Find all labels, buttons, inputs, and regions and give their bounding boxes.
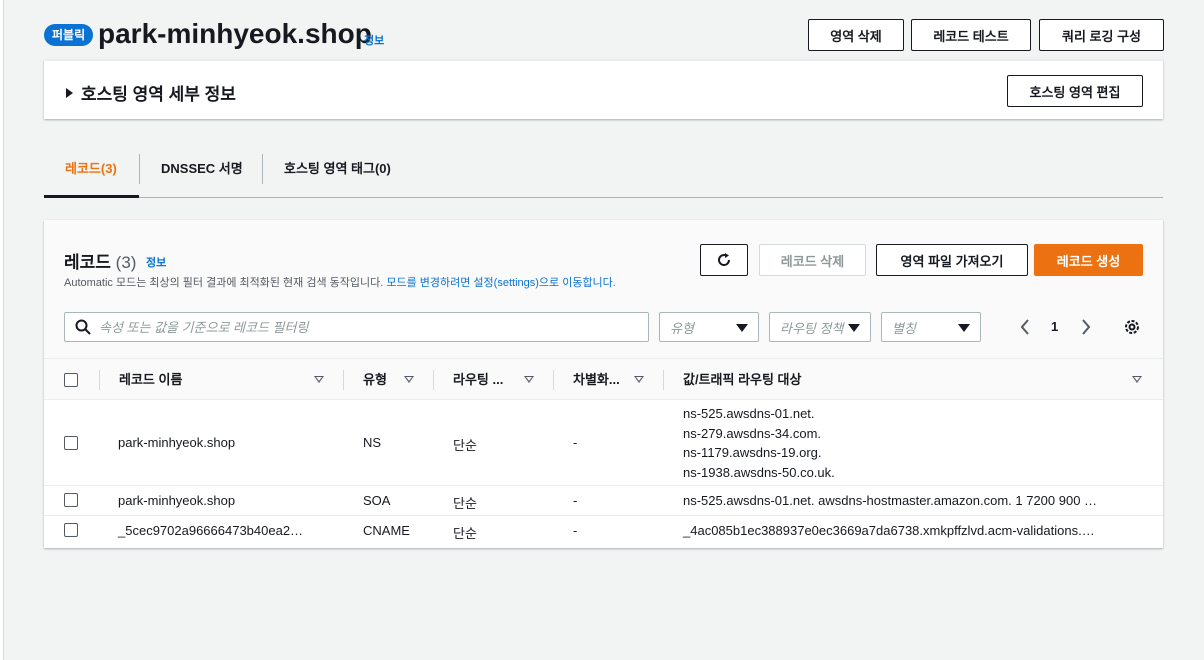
records-title-text: 레코드 bbox=[64, 253, 111, 272]
delete-record-button[interactable]: 레코드 삭제 bbox=[759, 244, 866, 276]
record-value-line: ns-279.awsdns-34.com. bbox=[683, 425, 822, 441]
gear-icon[interactable] bbox=[1123, 314, 1141, 340]
records-count: (3) bbox=[115, 253, 137, 272]
row-checkbox[interactable] bbox=[64, 436, 78, 450]
type-filter-select[interactable]: 유형 bbox=[659, 312, 759, 342]
sort-down-icon[interactable] bbox=[1132, 376, 1142, 383]
record-value-line: ns-1938.awsdns-50.co.uk. bbox=[683, 464, 835, 480]
delete-zone-button[interactable]: 영역 삭제 bbox=[808, 19, 904, 51]
tab-dnssec[interactable]: DNSSEC 서명 bbox=[161, 150, 243, 198]
page-number[interactable]: 1 bbox=[1051, 314, 1058, 340]
record-type: CNAME bbox=[363, 523, 410, 538]
record-name: _5cec9702a96666473b40ea2… bbox=[118, 523, 304, 538]
chevron-right-icon[interactable] bbox=[1079, 314, 1093, 340]
row-checkbox[interactable] bbox=[64, 523, 78, 537]
column-header-routing[interactable]: 라우팅 ... bbox=[453, 359, 503, 401]
chevron-left-icon[interactable] bbox=[1018, 314, 1032, 340]
settings-link[interactable]: 모드를 변경하려면 설정(settings)으로 이동합니다. bbox=[386, 277, 616, 289]
column-separator bbox=[553, 370, 554, 390]
record-routing: 단순 bbox=[453, 496, 477, 511]
info-link[interactable]: 정보 bbox=[364, 32, 384, 48]
tab-bar: 레코드(3) DNSSEC 서명 호스팅 영역 태그(0) bbox=[44, 150, 1163, 198]
sort-down-icon[interactable] bbox=[634, 376, 644, 383]
records-description-text: Automatic 모드는 최상의 필터 결과에 최적화된 현재 검색 동작입니… bbox=[64, 277, 387, 289]
refresh-button[interactable] bbox=[700, 244, 748, 276]
record-routing: 단순 bbox=[453, 526, 477, 541]
refresh-icon bbox=[718, 253, 731, 266]
import-zone-file-button[interactable]: 영역 파일 가져오기 bbox=[876, 244, 1028, 276]
sort-down-icon[interactable] bbox=[524, 376, 534, 383]
table-row[interactable]: _5cec9702a96666473b40ea2… CNAME 단순 - _4a… bbox=[44, 516, 1163, 546]
active-tab-indicator bbox=[44, 195, 139, 198]
record-value: ns-525.awsdns-01.net. ns-279.awsdns-34.c… bbox=[683, 404, 835, 482]
record-type: NS bbox=[363, 435, 382, 450]
query-logging-button[interactable]: 쿼리 로깅 구성 bbox=[1039, 19, 1164, 51]
records-info-link[interactable]: 정보 bbox=[146, 254, 166, 270]
sort-down-icon[interactable] bbox=[314, 376, 324, 383]
record-name: park-minhyeok.shop bbox=[118, 435, 236, 450]
column-header-name[interactable]: 레코드 이름 bbox=[119, 359, 182, 401]
record-value-line: ns-525.awsdns-01.net. bbox=[683, 406, 815, 421]
record-name: park-minhyeok.shop bbox=[118, 493, 236, 508]
dropdown-arrow-icon bbox=[848, 324, 860, 332]
table-header: 레코드 이름 유형 라우팅 ... 차별화... 값/트래픽 라우팅 대상 bbox=[44, 358, 1163, 400]
record-differentiator: - bbox=[573, 523, 578, 538]
column-separator bbox=[343, 370, 344, 390]
table-row[interactable]: park-minhyeok.shop SOA 단순 - ns-525.awsdn… bbox=[44, 486, 1163, 516]
tab-records[interactable]: 레코드(3) bbox=[65, 150, 117, 198]
create-record-button[interactable]: 레코드 생성 bbox=[1034, 244, 1143, 276]
edit-hosted-zone-button[interactable]: 호스팅 영역 편집 bbox=[1007, 75, 1143, 107]
column-separator bbox=[433, 370, 434, 390]
record-routing: 단순 bbox=[453, 438, 477, 453]
test-record-button[interactable]: 레코드 테스트 bbox=[911, 19, 1031, 51]
records-title: 레코드 (3) bbox=[64, 248, 136, 273]
row-checkbox[interactable] bbox=[64, 493, 78, 507]
routing-policy-filter-select[interactable]: 라우팅 정책 bbox=[769, 312, 871, 342]
column-separator bbox=[663, 370, 664, 390]
type-filter-label: 유형 bbox=[670, 320, 694, 336]
sort-down-icon[interactable] bbox=[404, 376, 414, 383]
column-header-type[interactable]: 유형 bbox=[363, 359, 387, 401]
search-input[interactable] bbox=[99, 319, 648, 335]
alias-filter-label: 별칭 bbox=[892, 320, 916, 336]
details-toggle[interactable]: 호스팅 영역 세부 정보 bbox=[66, 80, 236, 105]
record-differentiator: - bbox=[573, 435, 578, 450]
tab-divider bbox=[139, 154, 140, 184]
record-value-line: ns-1179.awsdns-19.org. bbox=[683, 445, 822, 460]
record-value: _4ac085b1ec388937e0ec3669a7da6738.xmkpff… bbox=[683, 523, 1095, 538]
left-edge bbox=[0, 0, 4, 660]
tab-hosted-zone-tags[interactable]: 호스팅 영역 태그(0) bbox=[284, 150, 391, 198]
records-container: 레코드 (3) 정보 Automatic 모드는 최상의 필터 결과에 최적화된… bbox=[44, 220, 1163, 548]
records-description: Automatic 모드는 최상의 필터 결과에 최적화된 현재 검색 동작입니… bbox=[64, 274, 616, 290]
record-type: SOA bbox=[363, 493, 391, 508]
column-header-differentiator[interactable]: 차별화... bbox=[573, 359, 620, 401]
details-title: 호스팅 영역 세부 정보 bbox=[81, 85, 236, 104]
record-differentiator: - bbox=[573, 493, 578, 508]
search-box bbox=[64, 312, 649, 342]
search-icon bbox=[75, 319, 91, 335]
hosted-zone-details-panel: 호스팅 영역 세부 정보 호스팅 영역 편집 bbox=[44, 60, 1163, 119]
column-separator bbox=[99, 370, 100, 390]
select-all-checkbox[interactable] bbox=[64, 373, 78, 387]
tab-divider bbox=[262, 154, 263, 184]
record-value: ns-525.awsdns-01.net. awsdns-hostmaster.… bbox=[683, 493, 1098, 508]
dropdown-arrow-icon bbox=[958, 324, 970, 332]
routing-policy-filter-label: 라우팅 정책 bbox=[780, 320, 844, 336]
public-badge: 퍼블릭 bbox=[44, 24, 94, 46]
column-header-value[interactable]: 값/트래픽 라우팅 대상 bbox=[683, 359, 801, 401]
dropdown-arrow-icon bbox=[736, 324, 748, 332]
alias-filter-select[interactable]: 별칭 bbox=[881, 312, 981, 342]
page-title: park-minhyeok.shop bbox=[98, 18, 372, 49]
table-row[interactable]: park-minhyeok.shop NS 단순 - ns-525.awsdns… bbox=[44, 400, 1163, 486]
caret-right-icon bbox=[66, 88, 73, 98]
